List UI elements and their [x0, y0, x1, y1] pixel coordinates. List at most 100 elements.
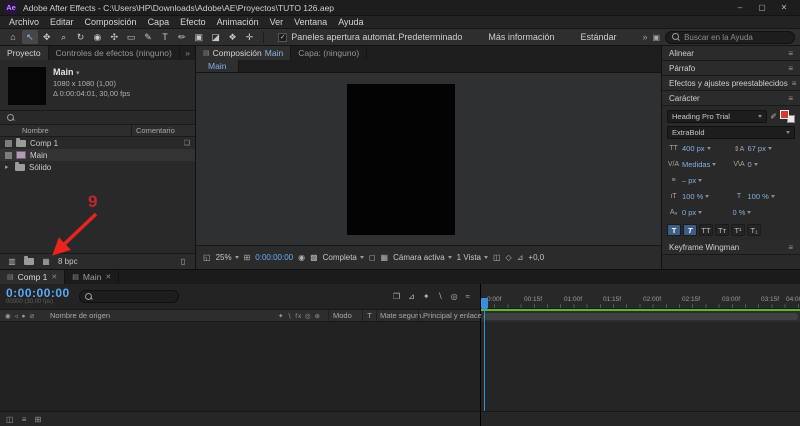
minimize-button[interactable]: –	[729, 0, 751, 15]
orbit-camera-tool-icon[interactable]: ↻	[73, 30, 89, 44]
graph-editor-icon[interactable]: ≈	[466, 292, 470, 301]
composition-mini-flowchart-icon[interactable]: ❒	[393, 292, 400, 301]
panel-menu-icon[interactable]: ≡	[784, 94, 793, 103]
column-preserve-transparency[interactable]: T	[362, 310, 376, 321]
hide-shy-layers-icon[interactable]: ✦	[423, 292, 430, 301]
maximize-button[interactable]: ▢	[751, 0, 773, 15]
region-of-interest-icon[interactable]: ◻	[369, 253, 376, 262]
tab-composicion-main[interactable]: ▤ Composición Main	[196, 46, 292, 60]
horizontal-scale-control[interactable]: T 100 %	[733, 192, 796, 201]
composition-canvas[interactable]	[347, 84, 455, 235]
tsume-percent-value[interactable]: 0 %	[733, 208, 752, 217]
leading-value[interactable]: 67 px	[748, 144, 772, 153]
auto-open-panels-checkbox[interactable]: ✓	[278, 32, 288, 42]
label-color-chip[interactable]	[5, 139, 12, 147]
time-ruler[interactable]: 0:00f 00:15f 01:00f 01:15f 02:00f 02:15f…	[481, 284, 800, 309]
workspace-mas-informacion[interactable]: Más información	[488, 32, 554, 42]
help-search-input[interactable]	[684, 32, 789, 42]
font-style-select[interactable]: ExtraBold	[667, 126, 795, 139]
trash-icon[interactable]: ▯	[177, 256, 189, 267]
puppet-tool-icon[interactable]: ✛	[241, 30, 257, 44]
panel-menu-icon[interactable]: ≡	[788, 79, 797, 88]
column-nombre[interactable]: Nombre	[0, 126, 131, 135]
stock-icon[interactable]: ▣	[653, 33, 661, 42]
magnification-select[interactable]: 25%	[216, 253, 239, 262]
snap-view-icon[interactable]: ◱	[203, 253, 211, 262]
tab-capa[interactable]: Capa: (ninguno)	[291, 46, 368, 60]
tsume-percent-control[interactable]: 0 %	[733, 208, 796, 217]
baseline-shift-control[interactable]: Aₐ 0 px	[667, 208, 730, 217]
disclosure-icon[interactable]: ▸	[5, 163, 11, 171]
project-row-main[interactable]: Main	[0, 149, 195, 161]
font-size-control[interactable]: TT 400 px	[667, 144, 730, 153]
column-source-name[interactable]: Nombre de origen	[42, 311, 278, 320]
column-comentario[interactable]: Comentario	[131, 125, 195, 136]
pixel-aspect-icon[interactable]: ◇	[506, 253, 512, 262]
project-row-solido[interactable]: ▸ Sólido	[0, 161, 195, 173]
project-row-comp1[interactable]: Comp 1 ❏	[0, 137, 195, 149]
all-caps-button[interactable]: TT	[699, 224, 713, 236]
interpret-footage-icon[interactable]: ▥	[6, 256, 18, 267]
tsume-control[interactable]: ≡ – px	[667, 176, 730, 185]
subscript-button[interactable]: T₁	[747, 224, 761, 236]
new-folder-icon[interactable]	[24, 256, 34, 265]
current-time-display[interactable]: 0:00:00:00 00000 (30,00 fps)	[6, 287, 70, 306]
view-layout-icon[interactable]: ◫	[493, 253, 501, 262]
workspace-overflow-icon[interactable]: »	[642, 32, 647, 42]
superscript-button[interactable]: T¹	[731, 224, 745, 236]
help-search-box[interactable]	[665, 30, 796, 44]
work-area-bar[interactable]	[483, 313, 798, 320]
panel-parrafo[interactable]: Párrafo ≡	[662, 61, 800, 76]
vertical-scale-value[interactable]: 100 %	[682, 192, 709, 201]
vertical-scale-control[interactable]: ıT 100 %	[667, 192, 730, 201]
menu-capa[interactable]: Capa	[148, 17, 170, 27]
viewer-subtab-main[interactable]: Main	[196, 60, 240, 72]
timeline-tab-main[interactable]: ▤ Main ✕	[65, 270, 120, 284]
pen-tool-icon[interactable]: ✎	[140, 30, 156, 44]
home-icon[interactable]: ⌂	[5, 30, 21, 44]
camera-tool-icon[interactable]: ◉	[89, 30, 105, 44]
camera-select[interactable]: Cámara activa	[393, 253, 452, 262]
timeline-toggle-icons[interactable]: ◫ ≡ ⊞	[6, 415, 44, 424]
menu-ver[interactable]: Ver	[270, 17, 284, 27]
tab-proyecto[interactable]: Proyecto	[0, 46, 49, 60]
menu-ventana[interactable]: Ventana	[294, 17, 327, 27]
menu-ayuda[interactable]: Ayuda	[338, 17, 363, 27]
playhead[interactable]	[481, 298, 488, 309]
leading-control[interactable]: ⇕A 67 px	[733, 144, 796, 153]
column-mode[interactable]: Modo	[328, 310, 362, 321]
draft-3d-icon[interactable]: ⊿	[408, 292, 415, 301]
panel-menu-icon[interactable]: ≡	[784, 243, 793, 252]
column-parent-link[interactable]: Principal y enlace	[418, 310, 482, 321]
timeline-search-input[interactable]	[95, 292, 173, 301]
transparency-grid-icon[interactable]: ▦	[381, 253, 389, 262]
timeline-tab-comp1[interactable]: ▤ Comp 1 ✕	[0, 270, 66, 284]
exposure-value[interactable]: +0,0	[528, 253, 544, 262]
timeline-search-box[interactable]	[78, 290, 179, 303]
project-search-box[interactable]	[0, 110, 195, 125]
chevron-down-icon[interactable]: ▾	[76, 70, 80, 77]
clone-stamp-tool-icon[interactable]: ▣	[191, 30, 207, 44]
panel-caracter[interactable]: Carácter ≡	[662, 91, 800, 106]
type-tool-icon[interactable]: T	[157, 30, 173, 44]
hand-tool-icon[interactable]: ✥	[39, 30, 55, 44]
menu-composicion[interactable]: Composición	[85, 17, 137, 27]
eraser-tool-icon[interactable]: ◪	[208, 30, 224, 44]
close-tab-icon[interactable]: ✕	[51, 273, 57, 281]
label-color-chip[interactable]	[5, 151, 12, 159]
panel-menu-icon[interactable]: ≡	[784, 49, 793, 58]
menu-archivo[interactable]: Archivo	[9, 17, 39, 27]
panel-menu-icon[interactable]: ≡	[784, 64, 793, 73]
tracking-control[interactable]: V\A 0	[733, 160, 796, 169]
kerning-control[interactable]: V/A Medidas	[667, 160, 730, 169]
fast-previews-icon[interactable]: ⊿	[517, 253, 524, 262]
faux-bold-button[interactable]: T	[667, 224, 681, 236]
panel-tab-overflow-icon[interactable]: »	[180, 46, 195, 60]
grid-guides-icon[interactable]: ⊞	[244, 253, 251, 262]
roto-brush-tool-icon[interactable]: ❖	[225, 30, 241, 44]
workspace-predeterminado[interactable]: Predeterminado	[398, 32, 462, 42]
tracking-value[interactable]: 0	[748, 160, 758, 169]
baseline-shift-value[interactable]: 0 px	[682, 208, 702, 217]
eyedropper-icon[interactable]: ✐	[770, 112, 777, 121]
font-family-select[interactable]: Heading Pro Trial	[667, 110, 768, 123]
